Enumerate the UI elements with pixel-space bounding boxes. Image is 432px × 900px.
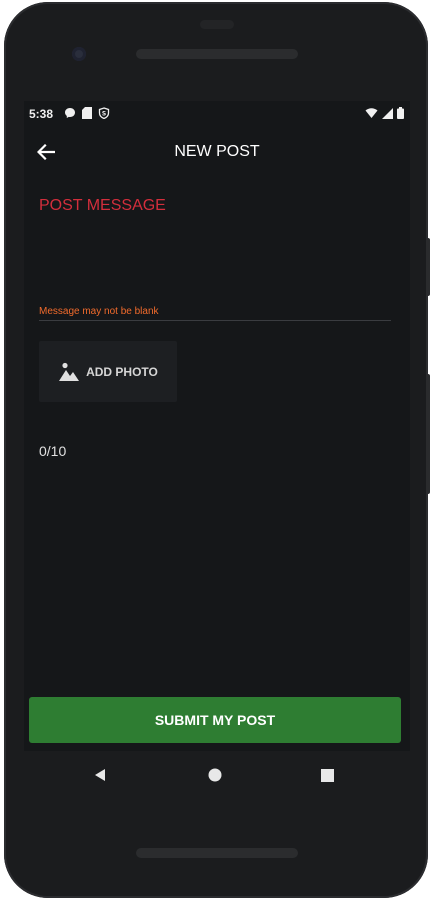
circle-home-icon: [208, 768, 222, 782]
post-message-input[interactable]: [39, 221, 391, 301]
post-message-label: POST MESSAGE: [39, 197, 166, 214]
sd-card-icon: [82, 107, 92, 119]
nav-back-button[interactable]: [76, 751, 124, 799]
svg-text:S: S: [102, 111, 106, 118]
app-screen: 5:38 S NEW POST POST MESSAGE Message may…: [24, 101, 410, 751]
status-bar: 5:38 S: [24, 101, 410, 127]
message-input-underline: [39, 320, 391, 321]
top-speaker: [136, 49, 298, 59]
message-error-text: Message may not be blank: [39, 306, 159, 317]
wifi-icon: [365, 108, 378, 118]
power-button: [426, 238, 430, 296]
add-photo-button[interactable]: ADD PHOTO: [39, 341, 177, 402]
front-camera: [72, 47, 86, 61]
volume-button: [426, 374, 430, 494]
messenger-icon: [65, 108, 75, 118]
earpiece-slot: [200, 20, 234, 29]
image-icon: [59, 362, 80, 381]
battery-icon: [397, 107, 404, 119]
system-icons: [365, 107, 404, 119]
bottom-speaker: [136, 848, 298, 858]
page-title: NEW POST: [174, 143, 260, 160]
triangle-back-icon: [95, 769, 105, 781]
signal-icon: [382, 107, 393, 119]
notification-icons: S: [64, 107, 110, 119]
system-nav-bar: [4, 751, 428, 799]
status-time: 5:38: [29, 107, 54, 121]
nav-home-button[interactable]: [191, 751, 239, 799]
shield-icon: S: [98, 107, 110, 119]
submit-post-button[interactable]: SUBMIT MY POST: [29, 697, 401, 743]
top-app-bar: NEW POST: [24, 127, 410, 177]
square-recents-icon: [320, 768, 334, 782]
add-photo-label: ADD PHOTO: [86, 364, 158, 379]
nav-recents-button[interactable]: [303, 751, 351, 799]
photo-counter: 0/10: [39, 443, 67, 459]
